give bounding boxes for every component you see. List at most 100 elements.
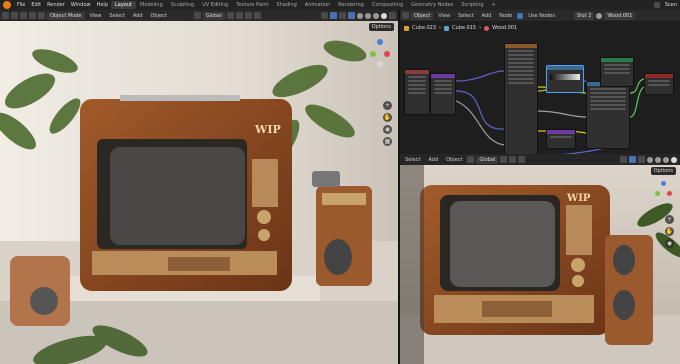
- select-mode-icon[interactable]: [20, 12, 27, 19]
- node-image-texture[interactable]: [504, 43, 538, 154]
- camera-icon[interactable]: ◉: [383, 125, 392, 134]
- rv-menu-select[interactable]: Select: [402, 156, 423, 164]
- solid-shading-icon[interactable]: [365, 12, 371, 19]
- wireframe-shading-icon[interactable]: [357, 12, 363, 19]
- node-principled-bsdf[interactable]: [600, 57, 634, 87]
- node-mix[interactable]: [586, 81, 630, 149]
- tab-rendering[interactable]: Rendering: [334, 1, 368, 9]
- axis-y-icon[interactable]: [370, 51, 376, 57]
- rv-menu-add[interactable]: Add: [425, 156, 441, 164]
- rv-options-button[interactable]: Options: [650, 167, 676, 175]
- axis-z-icon[interactable]: [377, 39, 383, 45]
- left-viewport-header: Object Mode View Select Add Object Globa…: [0, 10, 398, 21]
- right-3d-viewport[interactable]: WIP Options + ✋ ◉: [400, 165, 680, 364]
- axis-x-icon[interactable]: [384, 51, 390, 57]
- rv-overlay-icon[interactable]: [638, 156, 645, 163]
- scene-icon: [653, 2, 660, 8]
- transform-orientation-dropdown[interactable]: Global: [202, 11, 225, 20]
- tab-uv-editing[interactable]: UV Editing: [198, 1, 232, 9]
- rv-axis-z-icon[interactable]: [661, 181, 666, 186]
- rv-tv-badge-wip: WIP: [567, 193, 591, 204]
- node-menu-node[interactable]: Node: [496, 12, 515, 20]
- node-menu-add[interactable]: Add: [479, 12, 495, 20]
- menu-edit[interactable]: Edit: [28, 0, 44, 10]
- menu-add[interactable]: Add: [130, 12, 146, 20]
- rv-visibility-icon[interactable]: [620, 156, 627, 163]
- tab-geometry-nodes[interactable]: Geometry Nodes: [407, 1, 457, 9]
- tab-animation[interactable]: Animation: [301, 1, 335, 9]
- use-nodes-checkbox[interactable]: [517, 12, 524, 19]
- editor-type-icon[interactable]: [2, 12, 9, 19]
- node-mapping[interactable]: [430, 73, 456, 115]
- transform-orientation-icon[interactable]: [193, 12, 201, 19]
- visibility-icon[interactable]: [321, 12, 328, 19]
- rv-snap-icon[interactable]: [509, 156, 517, 163]
- select-mode-icon-3[interactable]: [38, 12, 45, 19]
- axis-neg-icon[interactable]: [377, 61, 383, 67]
- add-workspace-button[interactable]: +: [488, 1, 500, 9]
- blender-logo-icon[interactable]: [3, 1, 11, 9]
- rv-wireframe-icon[interactable]: [647, 156, 653, 163]
- menu-file[interactable]: File: [14, 0, 28, 10]
- select-mode-icon-2[interactable]: [29, 12, 36, 19]
- xray-icon[interactable]: [348, 12, 355, 19]
- zoom-icon[interactable]: +: [383, 101, 392, 110]
- rv-material-icon[interactable]: [663, 156, 669, 163]
- rv-transform-dropdown[interactable]: Global: [476, 155, 499, 164]
- rv-pan-hand-icon[interactable]: ✋: [665, 227, 674, 236]
- scene-selector[interactable]: Scen: [662, 0, 680, 10]
- tab-scripting[interactable]: Scripting: [457, 1, 487, 9]
- navigation-gizmo[interactable]: [368, 39, 392, 95]
- menu-object[interactable]: Object: [148, 12, 170, 20]
- left-3d-viewport[interactable]: WIP Options + ✋ ◉ ▦: [0, 21, 398, 364]
- material-shading-icon[interactable]: [373, 12, 379, 19]
- rv-pivot-icon[interactable]: [500, 156, 508, 163]
- menu-select[interactable]: Select: [106, 12, 127, 20]
- rv-transform-icon[interactable]: [467, 156, 475, 163]
- node-editor-canvas[interactable]: Cube.023 › Cube.015 › Wood.001: [400, 21, 680, 154]
- material-selector[interactable]: Wood.001: [604, 11, 636, 20]
- rv-zoom-icon[interactable]: +: [665, 215, 674, 224]
- perspective-grid-icon[interactable]: ▦: [383, 137, 392, 146]
- rv-rendered-icon[interactable]: [671, 156, 677, 163]
- tv-badge-wip: WIP: [255, 123, 281, 136]
- rv-proportional-icon[interactable]: [518, 156, 526, 163]
- slot-dropdown[interactable]: Slot 2: [573, 11, 595, 20]
- node-color-ramp[interactable]: [546, 65, 584, 93]
- pan-hand-icon[interactable]: ✋: [383, 113, 392, 122]
- shading-options-icon[interactable]: [389, 12, 396, 19]
- menu-help[interactable]: Help: [94, 0, 111, 10]
- node-texture-coordinate[interactable]: [404, 69, 430, 115]
- tab-texture-paint[interactable]: Texture Paint: [232, 1, 272, 9]
- shader-type-dropdown[interactable]: Object: [411, 11, 434, 20]
- tab-modeling[interactable]: Modeling: [136, 1, 167, 9]
- tab-compositing[interactable]: Compositing: [368, 1, 407, 9]
- snap-icon[interactable]: [235, 12, 243, 19]
- select-box-icon[interactable]: [11, 12, 18, 19]
- menu-view[interactable]: View: [87, 12, 105, 20]
- options-button[interactable]: Options: [368, 23, 394, 31]
- menu-render[interactable]: Render: [44, 0, 68, 10]
- rv-gizmo-icon[interactable]: [629, 156, 636, 163]
- tab-sculpting[interactable]: Sculpting: [167, 1, 198, 9]
- object-mode-dropdown[interactable]: Object Mode: [47, 11, 85, 20]
- proportional-edit-icon[interactable]: [253, 12, 261, 19]
- node-menu-select[interactable]: Select: [455, 12, 476, 20]
- tab-shading[interactable]: Shading: [272, 1, 300, 9]
- pivot-icon[interactable]: [226, 12, 234, 19]
- rendered-shading-icon[interactable]: [381, 12, 387, 19]
- snap-target-icon[interactable]: [244, 12, 252, 19]
- rv-axis-y-icon[interactable]: [655, 191, 660, 196]
- node-bump[interactable]: [546, 129, 576, 149]
- menu-window[interactable]: Window: [68, 0, 94, 10]
- tab-layout[interactable]: Layout: [111, 1, 136, 9]
- rv-menu-object[interactable]: Object: [443, 156, 465, 164]
- rv-solid-icon[interactable]: [655, 156, 661, 163]
- node-material-output[interactable]: [644, 73, 674, 95]
- editor-type-node-icon[interactable]: [402, 12, 409, 19]
- rv-camera-icon[interactable]: ◉: [665, 239, 674, 248]
- overlay-icon[interactable]: [339, 12, 346, 19]
- node-menu-view[interactable]: View: [435, 12, 453, 20]
- gizmo-icon[interactable]: [330, 12, 337, 19]
- rv-axis-x-icon[interactable]: [667, 191, 672, 196]
